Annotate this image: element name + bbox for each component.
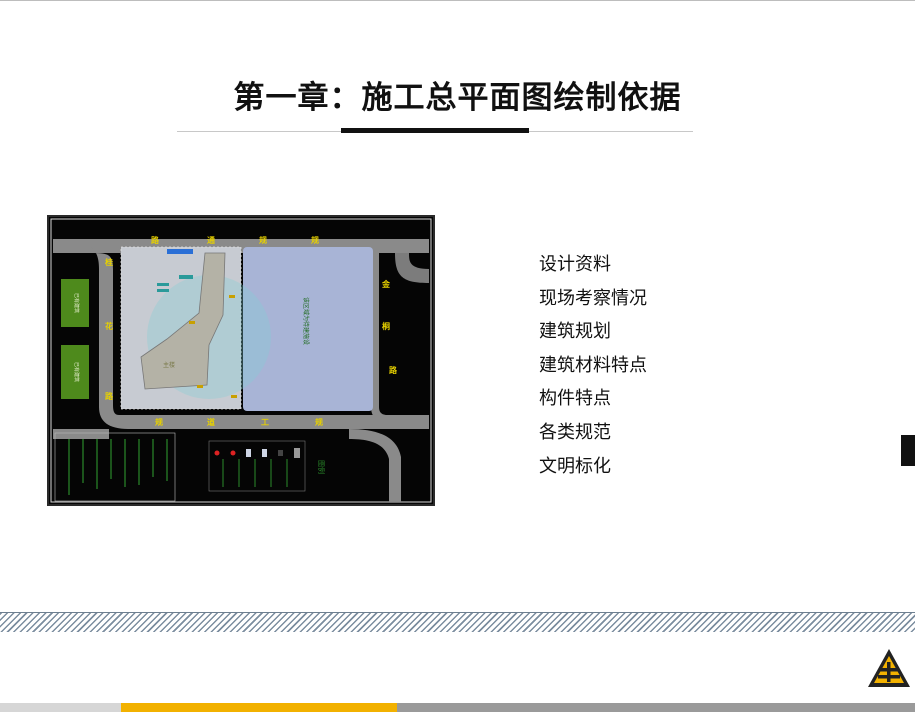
footer-bar-gray xyxy=(0,703,121,712)
road-bottom-char-3: 工 xyxy=(261,418,269,427)
list-item: 文明标化 xyxy=(539,455,611,477)
road-bottom-char-4: 规 xyxy=(315,417,323,427)
slide-title: 第一章：施工总平面图绘制依据 xyxy=(233,80,682,116)
company-logo-icon xyxy=(868,649,910,687)
road-top-char-3: 规 xyxy=(259,235,267,245)
list-item: 建筑规划 xyxy=(539,321,611,343)
right-zone-label: 该区域为待建施设 xyxy=(302,297,310,345)
road-left-char-2: 花 xyxy=(105,321,113,331)
svg-text:主楼: 主楼 xyxy=(163,361,175,369)
road-top-char-4: 规 xyxy=(311,235,319,245)
road-top-char-1: 路 xyxy=(151,235,160,245)
top-border xyxy=(0,0,915,1)
hatched-band xyxy=(0,612,915,632)
site-plan-image: 该区域为待建施设 主楼 路 通 规 规 桂 花 路 金 桐 路 规 道 工 规 … xyxy=(47,215,435,506)
road-bottom-char-1: 规 xyxy=(155,417,163,427)
list-item: 建筑材料特点 xyxy=(539,354,647,376)
footer-bar-yellow xyxy=(121,703,397,712)
list-item: 设计资料 xyxy=(539,254,611,275)
footer-bar-dark-gray xyxy=(397,703,915,712)
list-item: 构件特点 xyxy=(539,388,611,410)
existing-building-1: 已有建筑 xyxy=(73,293,80,313)
road-right-char-1: 金 xyxy=(381,279,391,289)
road-top-char-2: 通 xyxy=(207,235,215,245)
existing-building-2: 已有建筑 xyxy=(73,362,80,382)
list-item: 各类规范 xyxy=(539,421,611,443)
basis-list: 设计资料 现场考察情况 建筑规划 建筑材料特点 构件特点 各类规范 文明标化 xyxy=(539,248,647,483)
title-accent-bar xyxy=(341,128,529,133)
road-left-char-1: 桂 xyxy=(104,257,113,267)
road-bottom-char-2: 道 xyxy=(207,417,215,427)
side-tab-marker xyxy=(901,435,915,466)
road-right-char-2: 桐 xyxy=(382,321,390,331)
road-right-char-3: 路 xyxy=(389,365,398,375)
list-item: 现场考察情况 xyxy=(539,287,647,309)
road-left-char-3: 路 xyxy=(105,391,114,401)
legend-title: 图例 xyxy=(317,460,326,474)
